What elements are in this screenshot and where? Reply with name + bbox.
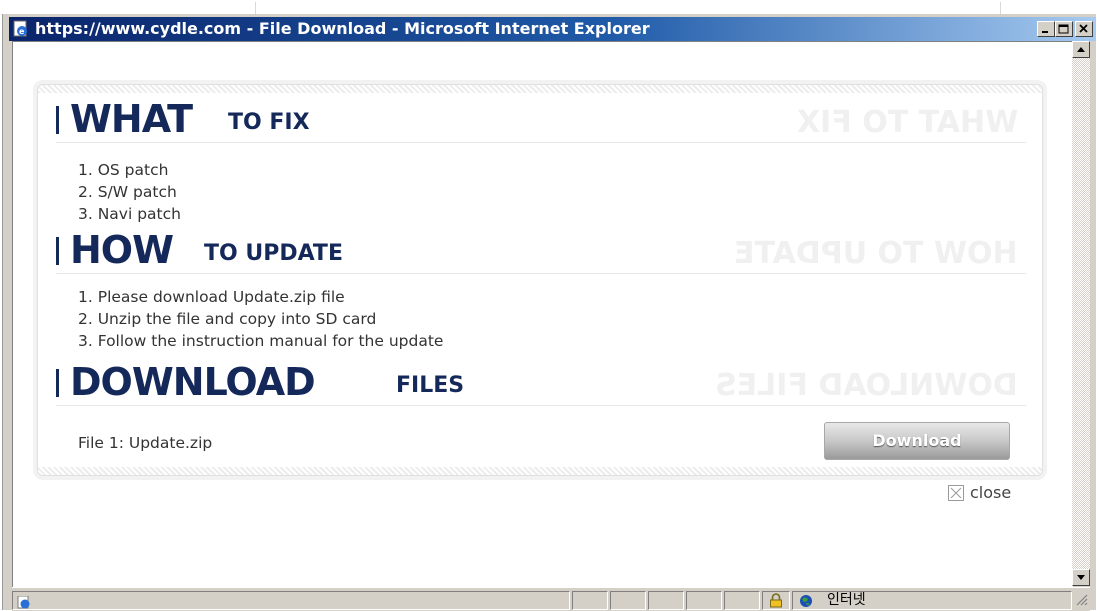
arrow-up-icon	[1077, 47, 1085, 52]
status-bar: 인터넷	[12, 587, 1090, 611]
heading-watermark: DOWNLOAD FILES	[715, 368, 1018, 403]
resize-grip-icon[interactable]	[1076, 594, 1088, 606]
list-item: 3. Navi patch	[78, 205, 181, 223]
content-panel: WHAT TO FIX WHAT TO FIX 1. OS patch 2. S…	[37, 84, 1043, 476]
panel-bottom-border	[38, 467, 1042, 475]
window-close-icon	[1079, 24, 1088, 33]
heading-bar	[56, 369, 59, 397]
heading-bar	[56, 106, 59, 134]
heading-small: FILES	[396, 373, 465, 398]
page-viewport: WHAT TO FIX WHAT TO FIX 1. OS patch 2. S…	[12, 41, 1073, 587]
heading-watermark: HOW TO UPDATE	[734, 236, 1018, 271]
lock-icon	[770, 593, 782, 608]
fix-list: 1. OS patch 2. S/W patch 3. Navi patch	[78, 159, 181, 225]
scroll-down-button[interactable]	[1072, 569, 1090, 586]
window-close-button[interactable]	[1075, 21, 1093, 37]
heading-big: DOWNLOAD	[70, 360, 316, 404]
strip-divider	[1000, 2, 1001, 14]
heading-big: HOW	[70, 228, 174, 272]
update-steps-list: 1. Please download Update.zip file 2. Un…	[78, 286, 443, 352]
title-bar[interactable]: e https://www.cydle.com - File Download …	[9, 17, 1096, 41]
ie-logo-icon	[17, 596, 30, 609]
file-label: File 1: Update.zip	[78, 434, 213, 452]
security-pane[interactable]	[762, 591, 790, 610]
vertical-scrollbar[interactable]	[1072, 41, 1090, 586]
browser-window: e https://www.cydle.com - File Download …	[2, 14, 1096, 611]
arrow-down-icon	[1077, 575, 1085, 580]
minimize-icon	[1042, 31, 1048, 33]
window-title: https://www.cydle.com - File Download - …	[35, 19, 650, 38]
list-item: 2. S/W patch	[78, 183, 177, 201]
download-button-label: Download	[872, 431, 962, 450]
close-label: close	[970, 483, 1012, 502]
zone-text: 인터넷	[827, 592, 866, 608]
desktop-strip	[0, 0, 1097, 14]
section-heading-what: WHAT TO FIX WHAT TO FIX	[56, 97, 1026, 143]
status-main-pane	[12, 591, 570, 610]
heading-bar	[56, 237, 59, 265]
globe-icon	[800, 595, 812, 607]
list-item: 2. Unzip the file and copy into SD card	[78, 310, 377, 328]
section-heading-how: HOW TO UPDATE HOW TO UPDATE	[56, 228, 1026, 274]
heading-small: TO UPDATE	[204, 241, 343, 266]
status-pane	[686, 591, 722, 610]
scroll-up-button[interactable]	[1072, 41, 1090, 58]
svg-text:e: e	[19, 27, 25, 36]
list-item: 1. OS patch	[78, 161, 169, 179]
list-item: 1. Please download Update.zip file	[78, 288, 345, 306]
minimize-button[interactable]	[1037, 21, 1055, 37]
close-box-icon	[948, 485, 964, 501]
status-pane	[648, 591, 684, 610]
download-button[interactable]: Download	[824, 422, 1010, 460]
strip-divider	[255, 2, 256, 14]
heading-big: WHAT	[70, 97, 193, 141]
status-pane	[572, 591, 608, 610]
section-heading-download: DOWNLOAD FILES DOWNLOAD FILES	[56, 360, 1026, 406]
maximize-icon	[1058, 24, 1069, 34]
ie-page-icon: e	[13, 20, 27, 37]
heading-watermark: WHAT TO FIX	[796, 105, 1018, 140]
status-pane	[724, 591, 760, 610]
list-item: 3. Follow the instruction manual for the…	[78, 332, 444, 350]
status-pane	[610, 591, 646, 610]
panel-top-border	[38, 85, 1042, 93]
maximize-button[interactable]	[1055, 21, 1073, 37]
heading-small: TO FIX	[228, 110, 310, 135]
